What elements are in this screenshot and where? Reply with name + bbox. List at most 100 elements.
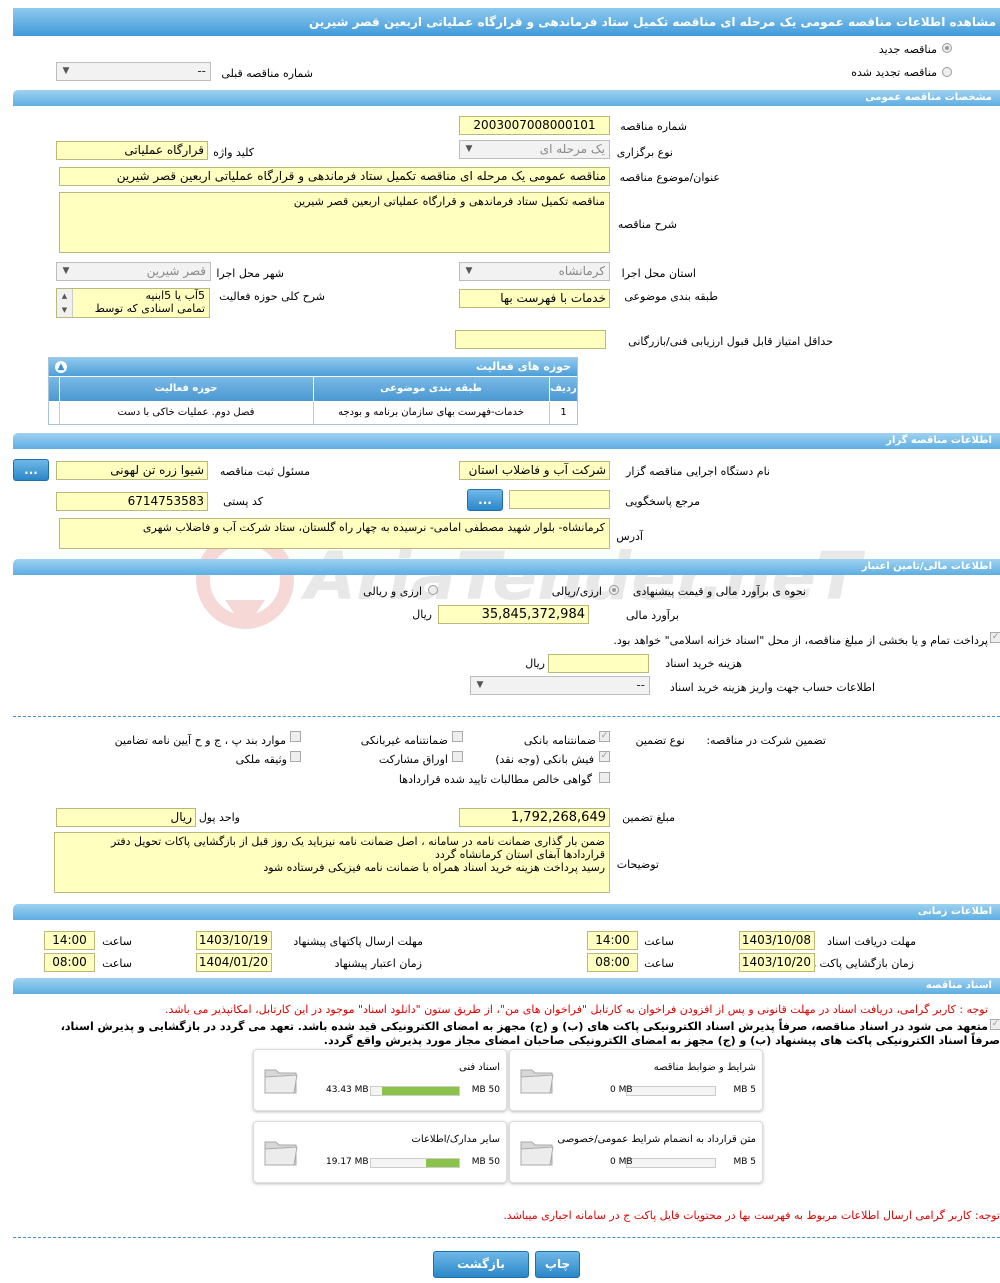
- doc-cost-unit: ریال: [525, 657, 545, 670]
- valid-label: زمان اعتبار پیشنهاد: [334, 957, 422, 970]
- nonbank-guarantee-label: ضمانتنامه غیربانکی: [360, 734, 448, 747]
- notes-field[interactable]: ضمن بار گذاری ضمانت نامه در سامانه ، اصل…: [54, 832, 610, 893]
- prev-number-select[interactable]: -- ▼: [56, 62, 211, 81]
- price-list-notice: توجه: کاربر گرامی ارسال اطلاعات مربوط به…: [503, 1209, 1000, 1222]
- estimate-field[interactable]: 35,845,372,984: [438, 605, 589, 624]
- section-finance: اطلاعات مالی/تامین اعتبار: [13, 559, 1000, 575]
- progress-fill: [425, 1159, 459, 1167]
- currency-field[interactable]: ریال: [56, 808, 196, 827]
- receive-date-field[interactable]: 1403/10/08: [739, 931, 815, 950]
- tender-number-field[interactable]: 2003007008000101: [459, 116, 610, 135]
- doc-card-technical[interactable]: اسناد فنی 50 MB 43.43 MB: [253, 1049, 507, 1111]
- scrollbar[interactable]: ▲ ▼: [57, 289, 73, 317]
- tender-number-label: شماره مناقصه: [620, 120, 687, 133]
- method-label: نوع برگزاری: [616, 146, 673, 159]
- registrar-field[interactable]: شیوا زره تن لهونی: [56, 461, 208, 480]
- estimate-unit: ریال: [412, 608, 432, 621]
- nonbank-guarantee-checkbox[interactable]: [452, 731, 463, 742]
- response-label: مرجع پاسخگویی: [625, 495, 700, 508]
- doc-card-other[interactable]: سایر مدارک/اطلاعات 50 MB 19.17 MB: [253, 1121, 507, 1183]
- documents-notice: توجه : کاربر گرامی، دریافت اسناد در مهلت…: [164, 1003, 988, 1016]
- org-label: نام دستگاه اجرایی مناقصه گزار: [626, 465, 770, 478]
- province-select[interactable]: کرمانشاه ▼: [459, 262, 610, 281]
- doc-cost-field[interactable]: [548, 654, 649, 673]
- bonds-checkbox[interactable]: [452, 751, 463, 762]
- rial-label: ارزی و ریالی: [363, 585, 422, 598]
- open-date-field[interactable]: 1403/10/20: [739, 953, 815, 972]
- table-header: ردیف طبقه بندی موضوعی حوزه فعالیت: [49, 377, 577, 401]
- page-title: مشاهده اطلاعات مناقصه عمومی یک مرحله ای …: [13, 8, 1000, 36]
- keyword-field[interactable]: قرارگاه عملیاتی: [56, 141, 208, 160]
- min-score-field[interactable]: [455, 330, 606, 349]
- registrar-more-button[interactable]: ...: [13, 459, 49, 481]
- amount-field[interactable]: 1,792,268,649: [459, 808, 610, 827]
- description-field[interactable]: مناقصه تکمیل ستاد فرماندهی و قرارگاه عمل…: [59, 192, 610, 253]
- estimate-type-label: نحوه ی برآورد مالی و قیمت پیشنهادی: [632, 585, 806, 598]
- response-more-button[interactable]: ...: [467, 489, 503, 511]
- clauses-label: موارد بند پ ، ج و ح آیین نامه تضامین: [114, 734, 286, 747]
- valid-date-field[interactable]: 1404/01/20: [196, 953, 272, 972]
- chevron-down-icon: ▼: [465, 144, 473, 154]
- valid-time-field[interactable]: 08:00: [44, 953, 95, 972]
- radio-new-tender[interactable]: [942, 43, 952, 53]
- doc-cost-label: هزینه خرید اسناد: [665, 657, 742, 670]
- folder-icon: [520, 1141, 554, 1166]
- progress-bar: [626, 1158, 716, 1168]
- response-field[interactable]: [509, 490, 610, 509]
- clauses-checkbox[interactable]: [290, 731, 301, 742]
- org-field[interactable]: شرکت آب و فاضلاب استان: [459, 461, 610, 480]
- header-category: طبقه بندی موضوعی: [313, 377, 548, 401]
- cash-checkbox[interactable]: ✓: [599, 751, 610, 762]
- category-field[interactable]: خدمات با فهرست بها: [459, 289, 610, 308]
- postal-field[interactable]: 6714753583: [56, 492, 208, 511]
- open-label: زمان بازگشایی پاکت ها: [806, 957, 914, 970]
- city-select[interactable]: قصر شیرین ▼: [56, 262, 211, 281]
- send-time-field[interactable]: 14:00: [44, 931, 95, 950]
- address-label: آدرس: [616, 530, 643, 543]
- bank-guarantee-label: ضمانتنامه بانکی: [523, 734, 596, 747]
- category-label: طبقه بندی موضوعی: [624, 290, 718, 303]
- radio-currency-rial[interactable]: [609, 585, 619, 595]
- activity-desc-field[interactable]: 5آب یا 5ابنیه تمامی اسنادی که توسط ▲ ▼: [56, 288, 210, 318]
- folder-icon: [264, 1141, 298, 1166]
- receive-time-field[interactable]: 14:00: [587, 931, 638, 950]
- account-select[interactable]: -- ▼: [470, 676, 650, 695]
- subject-label: عنوان/موضوع مناقصه: [619, 171, 720, 184]
- doc-card-terms[interactable]: شرایط و ضوابط مناقصه 5 MB 0 MB: [509, 1049, 763, 1111]
- province-label: استان محل اجرا: [621, 267, 696, 280]
- islamic-treasury-checkbox[interactable]: ✓: [990, 632, 1000, 643]
- radio-rial[interactable]: [428, 585, 438, 595]
- send-label: مهلت ارسال پاکتهای پیشنهاد: [293, 935, 423, 948]
- open-time-field[interactable]: 08:00: [587, 953, 638, 972]
- activity-desc-label: شرح کلی حوزه فعالیت: [219, 290, 325, 303]
- estimate-label: برآورد مالی: [626, 609, 679, 622]
- send-date-field[interactable]: 1403/10/19: [196, 931, 272, 950]
- radio-renewed-tender[interactable]: [942, 67, 952, 77]
- commit-checkbox[interactable]: ✓: [990, 1019, 1000, 1030]
- cert-checkbox[interactable]: [599, 772, 610, 783]
- progress-bar: [370, 1086, 460, 1096]
- registrar-label: مسئول ثبت مناقصه: [219, 465, 310, 478]
- renewed-tender-label: مناقصه تجدید شده: [851, 66, 937, 79]
- subject-field[interactable]: مناقصه عمومی یک مرحله ای مناقصه تکمیل ست…: [59, 167, 610, 186]
- property-checkbox[interactable]: [290, 751, 301, 762]
- section-timing: اطلاعات زمانی: [13, 904, 1000, 920]
- islamic-treasury-text: پرداخت تمام و یا بخشی از مبلغ مناقصه، از…: [613, 634, 988, 647]
- amount-label: مبلغ تضمین: [622, 811, 675, 824]
- property-label: وثیقه ملکی: [235, 753, 287, 766]
- commit-text-line2: صرفاً اسناد الکترونیکی پاکت های پیشنهاد …: [323, 1034, 1000, 1047]
- progress-bar: [370, 1158, 460, 1168]
- cash-label: فیش بانکی (وجه نقد): [495, 753, 594, 766]
- address-field[interactable]: کرمانشاه- بلوار شهید مصطفی امامی- نرسیده…: [59, 518, 610, 549]
- header-row-number: ردیف: [549, 377, 577, 401]
- method-select[interactable]: یک مرحله ای ▼: [459, 140, 610, 159]
- divider: [13, 1237, 1000, 1238]
- print-button[interactable]: چاپ: [535, 1251, 580, 1278]
- activity-table: حوزه های فعالیت ▲ ردیف طبقه بندی موضوعی …: [48, 357, 578, 425]
- guarantee-type-label: نوع تضمین: [635, 734, 685, 747]
- postal-label: کد پستی: [223, 495, 263, 508]
- back-button[interactable]: بازگشت: [433, 1251, 529, 1278]
- bank-guarantee-checkbox[interactable]: ✓: [599, 731, 610, 742]
- doc-card-contract[interactable]: متن قرارداد به انضمام شرایط عمومی/خصوصی …: [509, 1121, 763, 1183]
- collapse-icon[interactable]: ▲: [55, 361, 67, 373]
